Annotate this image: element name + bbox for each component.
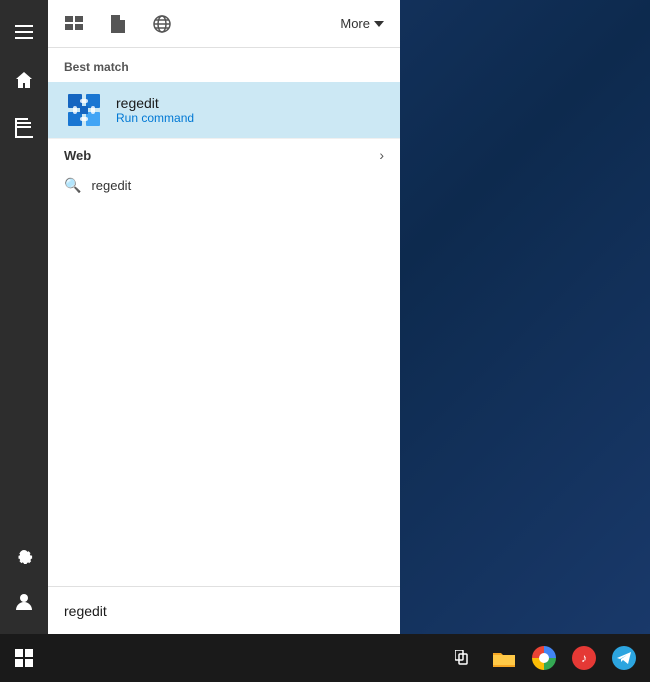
settings-button[interactable] [0,530,48,578]
music-icon: ♪ [572,646,596,670]
home-button[interactable] [0,56,48,104]
best-match-label: Best match [48,48,400,82]
web-search-item[interactable]: 🔍 regedit [48,171,400,200]
search-bar [48,586,400,634]
search-glyph-icon: 🔍 [64,177,81,194]
start-button[interactable] [0,634,48,682]
search-input[interactable] [64,603,384,619]
sidebar [0,0,48,634]
user-account-button[interactable] [0,578,48,626]
regedit-subtitle: Run command [116,111,194,125]
chrome-icon [532,646,556,670]
music-button[interactable]: ♪ [566,640,602,676]
regedit-icon [64,90,104,130]
globe-tab[interactable] [144,6,180,42]
windows-logo-icon [15,649,33,667]
hamburger-menu-button[interactable] [0,8,48,56]
web-section[interactable]: Web › [48,138,400,171]
document-tab[interactable] [100,6,136,42]
more-label: More [340,16,370,31]
regedit-result-item[interactable]: regedit Run command [48,82,400,138]
top-tabs: More [48,0,400,48]
telegram-button[interactable] [606,640,642,676]
documents-button[interactable] [0,104,48,152]
sidebar-bottom [0,530,48,634]
web-chevron-icon: › [379,147,384,163]
web-search-text: regedit [91,178,131,193]
results-content: Best match [48,48,400,586]
file-explorer-button[interactable] [486,640,522,676]
taskbar: ♪ [0,634,650,682]
task-view-button[interactable] [446,640,482,676]
more-button[interactable]: More [332,12,392,35]
regedit-result-text: regedit Run command [116,95,194,125]
search-results-panel: More Best match [48,0,400,634]
chrome-button[interactable] [526,640,562,676]
web-label: Web [64,148,91,163]
taskbar-right: ♪ [446,640,650,676]
telegram-icon [612,646,636,670]
regedit-title: regedit [116,95,194,111]
start-menu: More Best match [0,0,400,634]
grid-tab[interactable] [56,6,92,42]
